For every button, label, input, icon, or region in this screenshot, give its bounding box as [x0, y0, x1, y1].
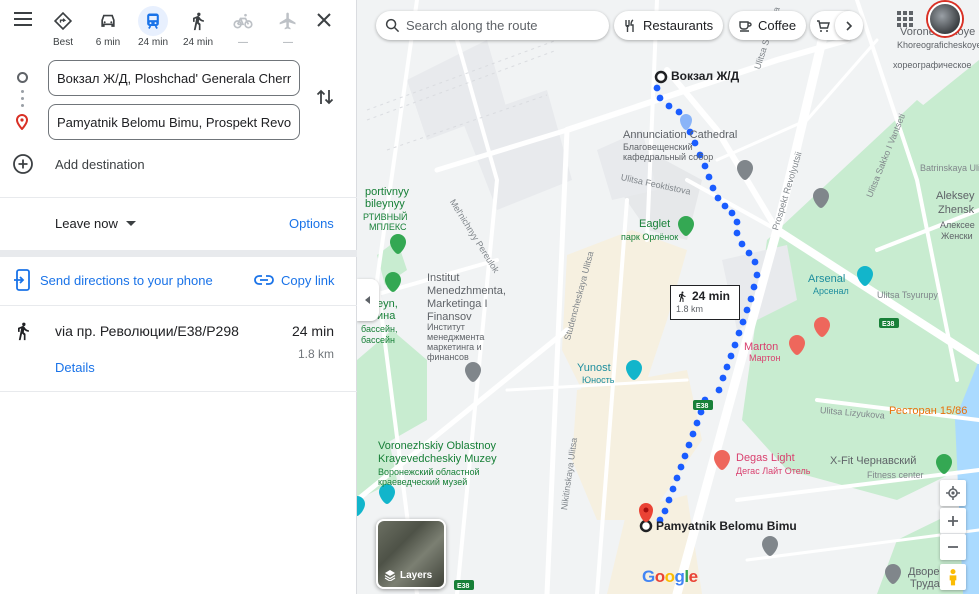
google-logo: Google [642, 567, 698, 586]
app-root: Best 6 min 24 min 24 min — — Вокзал Ж/Д,… [0, 0, 979, 594]
walking-icon [679, 291, 686, 302]
link-icon [254, 275, 274, 285]
directions-diamond-icon [53, 11, 73, 31]
chip-restaurants-label: Restaurants [643, 18, 714, 33]
swap-icon[interactable] [314, 86, 336, 108]
svg-text:E38: E38 [882, 321, 895, 328]
send-to-phone-icon [14, 269, 30, 291]
mode-best[interactable]: Best [41, 6, 85, 52]
bicycle-icon [233, 13, 253, 29]
airplane-icon [279, 12, 296, 30]
close-icon[interactable] [314, 10, 334, 30]
mode-cycling[interactable]: — [221, 6, 265, 52]
route-duration: 24 min [291, 323, 334, 339]
walking-icon [18, 322, 29, 341]
search-icon [385, 18, 400, 33]
directions-panel: Best 6 min 24 min 24 min — — Вокзал Ж/Д,… [0, 0, 357, 594]
chips-next-button[interactable] [835, 11, 863, 40]
origin-input[interactable] [48, 60, 300, 96]
divider [0, 305, 357, 306]
fork-knife-icon [625, 18, 634, 32]
street-view-pegman[interactable] [940, 564, 966, 590]
location-target-icon [946, 486, 960, 500]
zoom-in-button[interactable] [940, 508, 966, 534]
map-base-layer: E38 E38 E38 [357, 0, 979, 594]
caret-left-icon [365, 296, 370, 304]
mode-transit[interactable]: 24 min [131, 6, 175, 52]
destination-marker[interactable] [639, 519, 653, 533]
train-icon [147, 13, 159, 29]
mode-walking-label: 24 min [182, 37, 213, 48]
divider [0, 197, 357, 198]
account-avatar[interactable] [928, 2, 962, 36]
mode-best-label: Best [52, 37, 73, 48]
zoom-out-button[interactable] [940, 534, 966, 560]
cart-icon [817, 19, 830, 32]
add-destination-button[interactable]: Add destination [55, 157, 145, 172]
chip-restaurants[interactable]: Restaurants [614, 11, 724, 40]
layers-label: Layers [400, 569, 433, 581]
copy-link-button[interactable]: Copy link [281, 273, 334, 288]
chip-coffee[interactable]: Coffee [729, 11, 807, 40]
add-circle-icon[interactable] [12, 153, 34, 175]
mode-flight-label: — [283, 37, 293, 48]
collapse-panel-button[interactable] [357, 279, 379, 321]
leave-now-dropdown[interactable]: Leave now [55, 216, 136, 231]
route-callout-time: 24 min [692, 289, 731, 303]
route-details-button[interactable]: Details [55, 360, 95, 375]
origin-marker[interactable] [654, 70, 668, 84]
car-icon [101, 14, 115, 27]
route-callout-distance: 1.8 km [676, 304, 704, 314]
options-button[interactable]: Options [289, 216, 334, 231]
svg-text:E38: E38 [457, 583, 470, 590]
section-divider [0, 250, 357, 257]
mode-driving[interactable]: 6 min [86, 6, 130, 52]
my-location-button[interactable] [940, 480, 966, 506]
destination-pin-icon [15, 114, 29, 130]
map-canvas[interactable]: E38 E38 E38 Вокзал Ж/Д Pamyatnik Belomu Bi… [357, 0, 979, 594]
route-callout[interactable]: 24 min 1.8 km [670, 285, 740, 320]
mode-transit-label: 24 min [137, 37, 168, 48]
apps-grid-icon[interactable] [895, 9, 915, 29]
route-via-text: via пр. Революции/E38/P298 [55, 323, 239, 339]
origin-circle-icon [17, 72, 28, 83]
mode-flight[interactable]: — [266, 6, 310, 52]
chip-coffee-label: Coffee [758, 18, 797, 33]
leave-now-label: Leave now [55, 216, 118, 231]
menu-button[interactable] [11, 8, 35, 32]
walking-icon [193, 12, 204, 31]
travel-modes-bar: Best 6 min 24 min 24 min — — [0, 0, 357, 56]
divider [0, 391, 357, 392]
caret-down-icon [125, 221, 136, 226]
mode-cycling-label: — [238, 37, 248, 48]
route-distance: 1.8 km [297, 347, 334, 361]
mode-walking[interactable]: 24 min [176, 6, 220, 52]
mode-driving-label: 6 min [95, 37, 121, 48]
svg-text:E38: E38 [696, 403, 709, 410]
destination-input[interactable] [48, 104, 300, 140]
search-input[interactable] [406, 18, 596, 33]
chevron-right-icon [846, 20, 853, 31]
route-dots-icon [21, 90, 24, 111]
layers-icon [384, 570, 396, 581]
plus-icon [948, 515, 958, 526]
layers-button[interactable]: Layers [376, 519, 446, 589]
minus-icon [948, 546, 958, 548]
search-along-route[interactable] [376, 11, 609, 40]
coffee-cup-icon [739, 20, 752, 32]
send-directions-link[interactable]: Send directions to your phone [40, 273, 213, 288]
pegman-icon [949, 569, 957, 586]
